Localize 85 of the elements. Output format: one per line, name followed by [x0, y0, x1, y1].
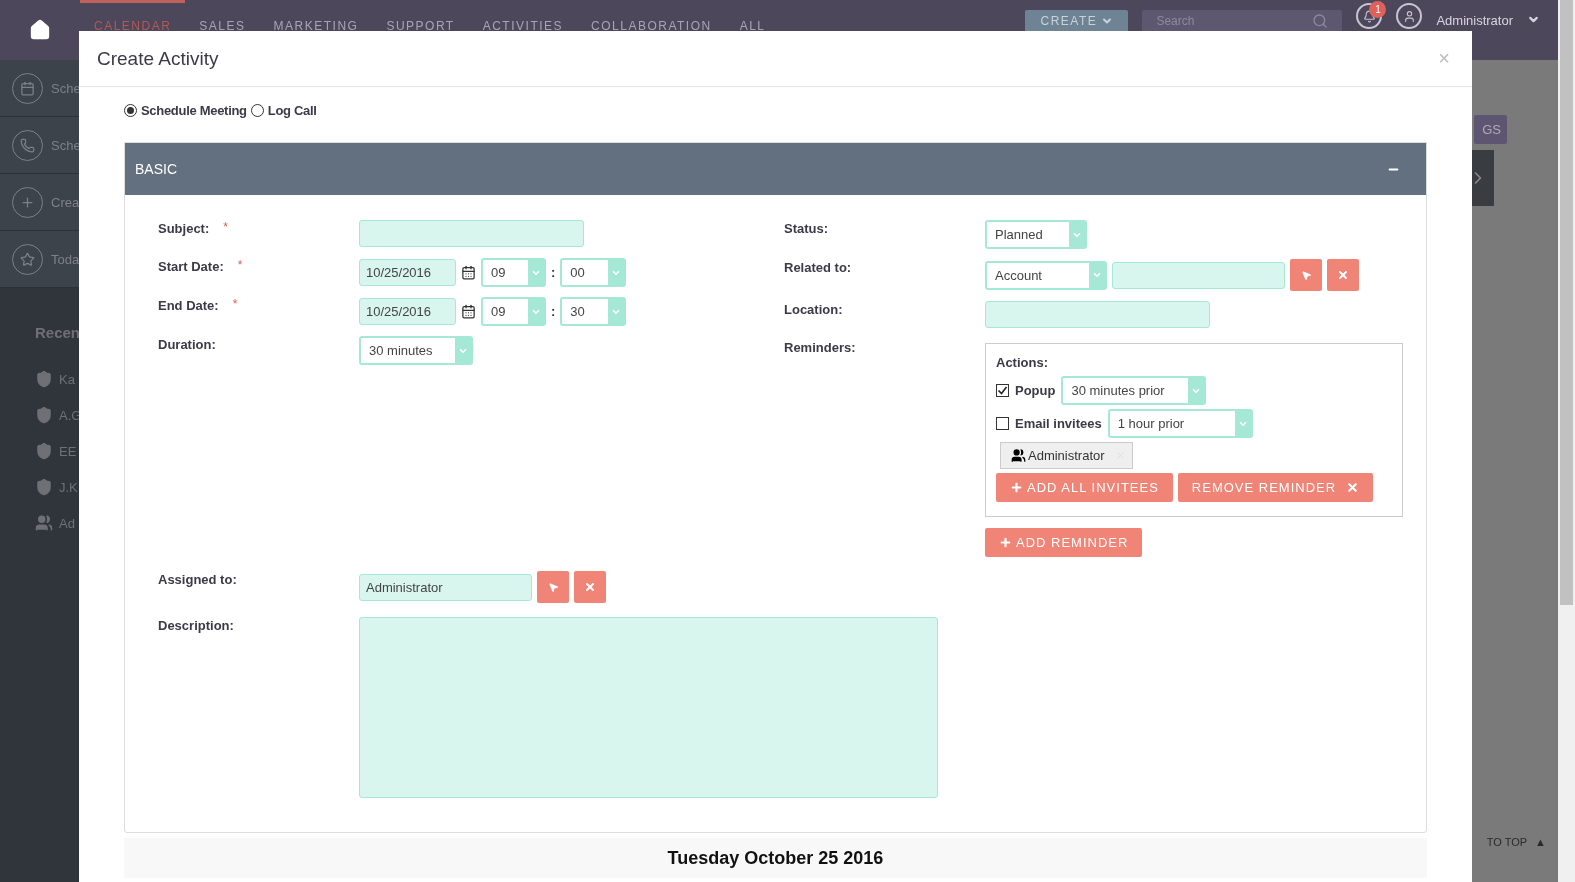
recent-item[interactable]: EE — [0, 433, 90, 469]
assigned-user-field[interactable]: Administrator — [359, 573, 532, 601]
scrollbar[interactable] — [1558, 0, 1575, 882]
required-mark: * — [232, 297, 238, 313]
close-button[interactable]: × — [1438, 47, 1450, 70]
invitee-tag: Administrator — [1000, 442, 1133, 469]
pointer-icon — [547, 581, 559, 593]
time-separator: : — [551, 304, 556, 319]
option-label: Popup — [1015, 383, 1056, 398]
shield-icon — [35, 406, 53, 424]
recent-item[interactable]: Ad — [0, 505, 90, 541]
close-icon — [584, 581, 596, 593]
select-field[interactable]: 00 — [560, 258, 627, 287]
calendar-icon[interactable] — [461, 304, 476, 319]
pointer-icon — [1300, 269, 1312, 281]
field-label: Description: — [158, 617, 235, 633]
select-field[interactable]: 30 — [560, 297, 627, 326]
dialog-title: Create Activity — [97, 47, 219, 70]
time-separator: : — [551, 265, 556, 280]
back-to-top-link[interactable]: TO TOP ▲ — [1486, 836, 1546, 848]
nav-tab[interactable]: MARKETING — [259, 3, 373, 33]
remove-reminder-button[interactable]: REMOVE REMINDER — [1177, 473, 1374, 502]
create-button[interactable]: CREATE — [1025, 10, 1129, 31]
description-field[interactable] — [359, 617, 938, 798]
checkbox[interactable] — [996, 417, 1009, 430]
caret-icon — [1092, 270, 1102, 280]
close-icon — [1346, 481, 1360, 494]
radio-label: Log Call — [267, 102, 317, 118]
user-icon — [1402, 9, 1416, 23]
nav-tab[interactable]: COLLABORATION — [577, 3, 726, 33]
day-title: Tuesday October 25 2016 — [667, 848, 884, 870]
panel-title: BASIC — [135, 161, 177, 177]
field-label: Location: — [784, 301, 843, 317]
users-icon — [35, 514, 53, 532]
required-mark: * — [237, 258, 243, 274]
field-label: Assigned to: — [158, 571, 238, 587]
close-icon — [1337, 269, 1349, 281]
notifications-button[interactable]: 1 — [1356, 3, 1383, 29]
select-field[interactable]: 09 — [481, 297, 546, 326]
recent-item[interactable]: J.K — [0, 469, 90, 505]
select-field[interactable]: Planned — [985, 220, 1087, 249]
recent-title: Recen — [34, 323, 82, 343]
calendar-icon[interactable] — [461, 265, 476, 280]
required-mark: * — [223, 220, 228, 236]
field-label: Start Date: — [158, 258, 224, 274]
settings-button[interactable]: GS — [1474, 115, 1507, 144]
related-name-field[interactable] — [1112, 261, 1285, 289]
user-menu-button[interactable] — [1396, 3, 1423, 29]
add-all-invitees-button[interactable]: ADD ALL INVITEES — [996, 473, 1173, 502]
select-field[interactable]: 09 — [481, 258, 546, 287]
panel-header[interactable]: BASIC — [125, 143, 1426, 195]
field-label: Reminders: — [784, 339, 856, 355]
field-label: End Date: — [158, 297, 219, 313]
user-name[interactable]: Administrator — [1436, 13, 1513, 28]
users-icon — [1011, 448, 1026, 463]
field-label: Duration: — [158, 336, 216, 352]
text-field[interactable] — [359, 220, 584, 247]
nav-tab[interactable]: ALL — [725, 3, 780, 33]
search-icon — [1312, 12, 1329, 29]
plus-icon — [999, 536, 1012, 549]
date-field[interactable]: 10/25/2016 — [359, 259, 456, 286]
select-field[interactable]: Account — [985, 260, 1107, 290]
shield-icon — [35, 442, 53, 460]
text-field[interactable] — [985, 301, 1210, 328]
field-label: Related to: — [784, 259, 852, 275]
recent-item[interactable]: Ka — [0, 361, 90, 397]
radio-label: Schedule Meeting — [141, 102, 247, 118]
checkbox[interactable] — [996, 384, 1009, 397]
bell-icon — [1362, 9, 1376, 23]
actions-label: Actions: — [996, 354, 1049, 370]
notification-badge: 1 — [1369, 1, 1387, 18]
select-field[interactable]: 30 minutes prior — [1061, 376, 1207, 405]
shield-icon — [35, 478, 53, 496]
nav-tab[interactable]: SUPPORT — [372, 3, 469, 33]
date-field[interactable]: 10/25/2016 — [359, 298, 456, 325]
nav-tab[interactable]: ACTIVITIES — [468, 3, 578, 33]
select-field[interactable]: 1 hour prior — [1107, 409, 1253, 438]
add-reminder-button[interactable]: ADD REMINDER — [985, 528, 1143, 557]
plus-icon — [1010, 481, 1023, 494]
field-label: Status: — [784, 220, 829, 236]
select-field[interactable]: 30 minutes — [359, 336, 473, 365]
field-label: Subject: — [158, 220, 210, 236]
shield-icon — [35, 370, 53, 388]
option-label: Email invitees — [1015, 416, 1102, 431]
nav-tab[interactable]: SALES — [185, 3, 260, 33]
